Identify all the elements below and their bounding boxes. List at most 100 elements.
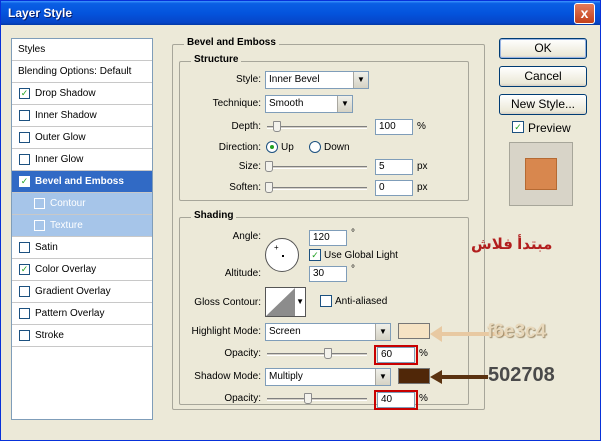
angle-unit: °	[351, 228, 355, 239]
close-button[interactable]: x	[574, 3, 595, 24]
styles-item-pattern-overlay[interactable]: Pattern Overlay	[12, 303, 152, 325]
depth-slider-knob[interactable]	[273, 121, 281, 132]
highlight-hex-annotation: f6e3c4	[487, 321, 547, 342]
altitude-unit: °	[351, 264, 355, 275]
styles-item-label: Inner Shadow	[35, 110, 97, 121]
shadow-opacity-input[interactable]: 40	[377, 392, 415, 408]
style-checkbox[interactable]	[19, 330, 30, 341]
styles-item-bevel-and-emboss[interactable]: ✓ Bevel and Emboss	[12, 171, 152, 193]
style-checkbox[interactable]	[34, 220, 45, 231]
styles-item-label: Stroke	[35, 330, 64, 341]
direction-up-label: Up	[281, 142, 294, 153]
new-style-button[interactable]: New Style...	[499, 94, 587, 115]
angle-crosshair-icon: +	[274, 243, 279, 252]
bevel-emboss-title: Bevel and Emboss	[184, 37, 279, 48]
preview-checkbox[interactable]: ✓	[512, 121, 524, 133]
style-checkbox[interactable]	[19, 308, 30, 319]
angle-dial[interactable]: +	[265, 238, 299, 272]
styles-item-color-overlay[interactable]: ✓ Color Overlay	[12, 259, 152, 281]
shadow-opacity-slider[interactable]	[267, 398, 367, 401]
style-checkbox[interactable]	[19, 154, 30, 165]
style-checkbox[interactable]: ✓	[19, 176, 30, 187]
chevron-down-icon: ▼	[353, 72, 368, 88]
styles-item-drop-shadow[interactable]: ✓ Drop Shadow	[12, 83, 152, 105]
styles-item-label: Satin	[35, 242, 58, 253]
styles-item-stroke[interactable]: Stroke	[12, 325, 152, 347]
styles-item-label: Bevel and Emboss	[35, 176, 124, 187]
chevron-down-icon: ▼	[375, 324, 390, 340]
title-bar[interactable]: Layer Style x	[1, 1, 600, 25]
shadow-color-swatch[interactable]	[398, 368, 430, 384]
global-light-checkbox[interactable]: ✓	[309, 249, 321, 261]
soften-slider[interactable]	[267, 187, 367, 190]
direction-up-radio[interactable]	[266, 141, 278, 153]
gloss-contour-picker[interactable]: ▼	[265, 287, 306, 317]
style-checkbox[interactable]	[19, 242, 30, 253]
styles-item-label: Contour	[50, 198, 86, 209]
anti-aliased-label: Anti-aliased	[335, 296, 388, 307]
highlight-opacity-slider[interactable]	[267, 353, 367, 356]
style-label: Style:	[235, 74, 261, 85]
soften-slider-knob[interactable]	[265, 182, 273, 193]
depth-unit: %	[417, 121, 426, 132]
shadow-opacity-slider-knob[interactable]	[304, 393, 312, 404]
technique-label: Technique:	[212, 98, 261, 109]
styles-item-label: Color Overlay	[35, 264, 97, 275]
preview-label: Preview	[528, 121, 571, 135]
blending-options-item[interactable]: Blending Options: Default	[12, 61, 152, 83]
depth-input[interactable]: 100	[375, 119, 413, 135]
styles-item-label: Pattern Overlay	[35, 308, 105, 319]
highlight-color-swatch[interactable]	[398, 323, 430, 339]
size-unit: px	[417, 161, 428, 172]
styles-item-texture[interactable]: Texture	[12, 215, 152, 237]
chevron-down-icon: ▼	[296, 297, 304, 306]
style-checkbox[interactable]: ✓	[19, 88, 30, 99]
styles-item-outer-glow[interactable]: Outer Glow	[12, 127, 152, 149]
depth-label: Depth:	[231, 121, 261, 132]
direction-down-label: Down	[324, 142, 350, 153]
anti-aliased-checkbox[interactable]	[320, 295, 332, 307]
highlight-opacity-label: Opacity:	[224, 348, 261, 359]
styles-item-label: Outer Glow	[35, 132, 86, 143]
angle-input[interactable]: 120	[309, 230, 347, 246]
depth-slider[interactable]	[267, 126, 367, 129]
styles-item-label: Drop Shadow	[35, 88, 96, 99]
styles-item-gradient-overlay[interactable]: Gradient Overlay	[12, 281, 152, 303]
style-select[interactable]: Inner Bevel ▼	[265, 71, 369, 89]
style-checkbox[interactable]: ✓	[19, 264, 30, 275]
arabic-annotation: مبتدأ فلاش	[471, 236, 553, 253]
soften-input[interactable]: 0	[375, 180, 413, 196]
shadow-mode-label: Shadow Mode:	[194, 371, 261, 382]
size-slider-knob[interactable]	[265, 161, 273, 172]
shading-title: Shading	[191, 210, 237, 221]
styles-item-inner-shadow[interactable]: Inner Shadow	[12, 105, 152, 127]
styles-item-label: Gradient Overlay	[35, 286, 111, 297]
soften-unit: px	[417, 182, 428, 193]
highlight-opacity-slider-knob[interactable]	[324, 348, 332, 359]
altitude-label: Altitude:	[224, 268, 261, 279]
blending-options-label: Blending Options: Default	[18, 66, 132, 77]
style-checkbox[interactable]	[34, 198, 45, 209]
styles-item-contour[interactable]: Contour	[12, 193, 152, 215]
cancel-button[interactable]: Cancel	[499, 66, 587, 87]
altitude-input[interactable]: 30	[309, 266, 347, 282]
size-input[interactable]: 5	[375, 159, 413, 175]
structure-title: Structure	[191, 54, 242, 65]
style-checkbox[interactable]	[19, 286, 30, 297]
technique-select[interactable]: Smooth ▼	[265, 95, 353, 113]
styles-header[interactable]: Styles	[12, 39, 152, 61]
style-checkbox[interactable]	[19, 132, 30, 143]
shadow-opacity-unit: %	[419, 393, 428, 404]
shadow-mode-select[interactable]: Multiply ▼	[265, 368, 391, 386]
style-select-value: Inner Bevel	[269, 74, 320, 85]
shadow-mode-value: Multiply	[269, 371, 303, 382]
size-slider[interactable]	[267, 166, 367, 169]
gloss-contour-label: Gloss Contour:	[194, 297, 261, 308]
styles-item-satin[interactable]: Satin	[12, 237, 152, 259]
style-checkbox[interactable]	[19, 110, 30, 121]
styles-item-inner-glow[interactable]: Inner Glow	[12, 149, 152, 171]
highlight-mode-select[interactable]: Screen ▼	[265, 323, 391, 341]
ok-button[interactable]: OK	[499, 38, 587, 59]
highlight-opacity-input[interactable]: 60	[377, 347, 415, 363]
direction-down-radio[interactable]	[309, 141, 321, 153]
